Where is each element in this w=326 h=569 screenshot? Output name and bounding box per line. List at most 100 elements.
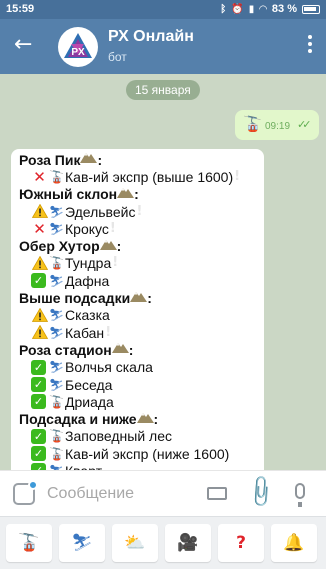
cable-car-icon: 🚡	[49, 256, 64, 271]
colon: :	[153, 411, 159, 428]
sim-icon: ▮	[248, 3, 255, 15]
lift-name: Дриада	[65, 393, 114, 410]
lift-name: Волчья скала	[65, 359, 153, 376]
lift-name: Заповедный лес	[65, 428, 172, 445]
chat-title[interactable]: РХ Онлайн	[108, 28, 194, 46]
lift-name: Тундра	[65, 255, 112, 272]
battery-icon	[302, 4, 320, 14]
area-name: Подсадка и ниже	[19, 411, 137, 428]
wifi-icon: ◠	[259, 3, 267, 15]
lift-name: Кав-ий экспр (выше 1600)	[65, 168, 234, 185]
lifts-icon: 🚡	[18, 533, 40, 553]
colon: :	[97, 151, 103, 168]
skier-icon: ⛷	[71, 533, 93, 553]
outgoing-message[interactable]: 🚡 09:19 ✓✓	[235, 110, 319, 140]
date-divider: 15 января	[126, 80, 200, 100]
skier-icon: ⛷	[48, 273, 65, 288]
lift-status-item: ✓ ⛷ Беседа	[19, 376, 256, 393]
lift-status-item: ✕ ⛷ Крокус!	[19, 220, 256, 237]
lift-status-item: ✓ ⛷ Волчья скала	[19, 359, 256, 376]
skier-icon: ⛷	[48, 360, 65, 375]
exclamation-icon: !	[109, 220, 116, 236]
message-composer: 📎	[0, 470, 326, 516]
bot-status-message[interactable]: Роза Пик: ✕ 🚡 Кав-ий экспр (выше 1600)! Южны…	[11, 149, 264, 470]
exclamation-icon: !	[112, 255, 119, 271]
colon: :	[128, 341, 134, 358]
cable-car-icon: 🚡	[49, 446, 64, 461]
lift-name: Эдельвейс	[65, 203, 136, 220]
bot-keyboard-toggle-icon[interactable]	[207, 487, 227, 500]
keyboard-help-button[interactable]: ?	[218, 524, 264, 562]
lift-name: Кабан	[65, 324, 105, 341]
keyboard-skier-button[interactable]: ⛷	[59, 524, 105, 562]
mountain-icon	[136, 411, 154, 428]
lift-status-item: ✓ 🚡 Дриада	[19, 393, 256, 410]
lift-name: Кварт	[65, 463, 102, 470]
exclamation-icon: !	[105, 324, 112, 340]
lift-status-item: 🚡 Тундра!	[19, 255, 256, 272]
status-bar: 15:59 ᛒ ⏰ ▮ ◠ 83 %	[0, 0, 326, 19]
more-menu-icon[interactable]	[308, 35, 312, 55]
closed-cross-icon: ✕	[33, 219, 46, 238]
open-check-icon: ✓	[31, 377, 46, 392]
help-icon: ?	[236, 533, 246, 553]
keyboard-weather-button[interactable]: ⛅	[112, 524, 158, 562]
read-ticks-icon: ✓✓	[297, 118, 312, 131]
message-time: 09:19	[265, 121, 291, 132]
area-name: Обер Хутор	[19, 238, 100, 255]
bluetooth-icon: ᛒ	[220, 3, 227, 15]
lift-name: Сказка	[65, 307, 110, 324]
exclamation-icon: !	[234, 168, 241, 184]
area-heading: Подсадка и ниже:	[19, 410, 256, 427]
exclamation-icon: !	[136, 203, 143, 219]
open-check-icon: ✓	[31, 446, 46, 462]
mountain-icon	[117, 186, 135, 203]
back-arrow-icon[interactable]: ←	[14, 33, 32, 57]
closed-cross-icon: ✕	[33, 167, 46, 186]
battery-text: 83 %	[271, 3, 297, 15]
keyboard-notifications-button[interactable]: 🔔	[271, 524, 317, 562]
area-heading: Роза Пик:	[19, 151, 256, 168]
warning-icon	[31, 307, 48, 323]
area-name: Южный склон	[19, 186, 118, 203]
status-icons: ᛒ ⏰ ▮ ◠ 83 %	[220, 3, 320, 15]
avatar[interactable]: PX	[58, 27, 98, 67]
mountain-icon	[80, 151, 98, 168]
lift-status-item: ✓ 🚡 Кав-ий экспр (ниже 1600)	[19, 445, 256, 462]
message-input[interactable]	[47, 483, 197, 505]
skier-icon: ⛷	[48, 204, 65, 219]
area-heading: Южный склон:	[19, 186, 256, 203]
area-name: Роза Пик	[19, 151, 81, 168]
lift-name: Крокус	[65, 220, 109, 237]
warning-icon	[31, 203, 48, 219]
microphone-icon[interactable]	[295, 483, 305, 507]
weather-icon: ⛅	[124, 533, 146, 553]
lift-name: Беседа	[65, 376, 113, 393]
chat-subtitle: бот	[108, 50, 127, 64]
attach-icon[interactable]: 📎	[242, 474, 279, 511]
colon: :	[147, 290, 152, 307]
chat-area[interactable]: 15 января 🚡 09:19 ✓✓ Роза Пик: ✕ 🚡 Кав-ий э…	[0, 74, 326, 470]
skier-icon: ⛷	[48, 308, 65, 323]
chat-header: ← PX РХ Онлайн бот	[0, 19, 326, 74]
emoji-sticker-icon[interactable]	[13, 480, 38, 505]
lift-status-item: ✓ 🚡 Заповедный лес	[19, 428, 256, 445]
lift-status-item: ✓⛷Кварт	[19, 462, 256, 470]
lift-status-item: ⛷ Кабан!	[19, 324, 256, 341]
notifications-icon: 🔔	[283, 533, 305, 553]
colon: :	[116, 238, 122, 255]
open-check-icon: ✓	[31, 394, 46, 410]
colon: :	[134, 186, 139, 203]
keyboard-camera-button[interactable]: 🎥	[165, 524, 211, 562]
cable-car-icon: 🚡	[243, 116, 262, 133]
skier-icon: ⛷	[48, 325, 65, 340]
camera-icon: 🎥	[177, 533, 199, 553]
notification-dot	[28, 480, 38, 490]
cable-car-icon: 🚡	[49, 429, 64, 444]
alarm-icon: ⏰	[231, 3, 244, 15]
keyboard-lifts-button[interactable]: 🚡	[6, 524, 52, 562]
skier-icon: ⛷	[48, 221, 65, 236]
warning-icon	[31, 255, 48, 271]
status-time: 15:59	[6, 3, 35, 15]
lift-name: Кав-ий экспр (ниже 1600)	[65, 445, 230, 462]
